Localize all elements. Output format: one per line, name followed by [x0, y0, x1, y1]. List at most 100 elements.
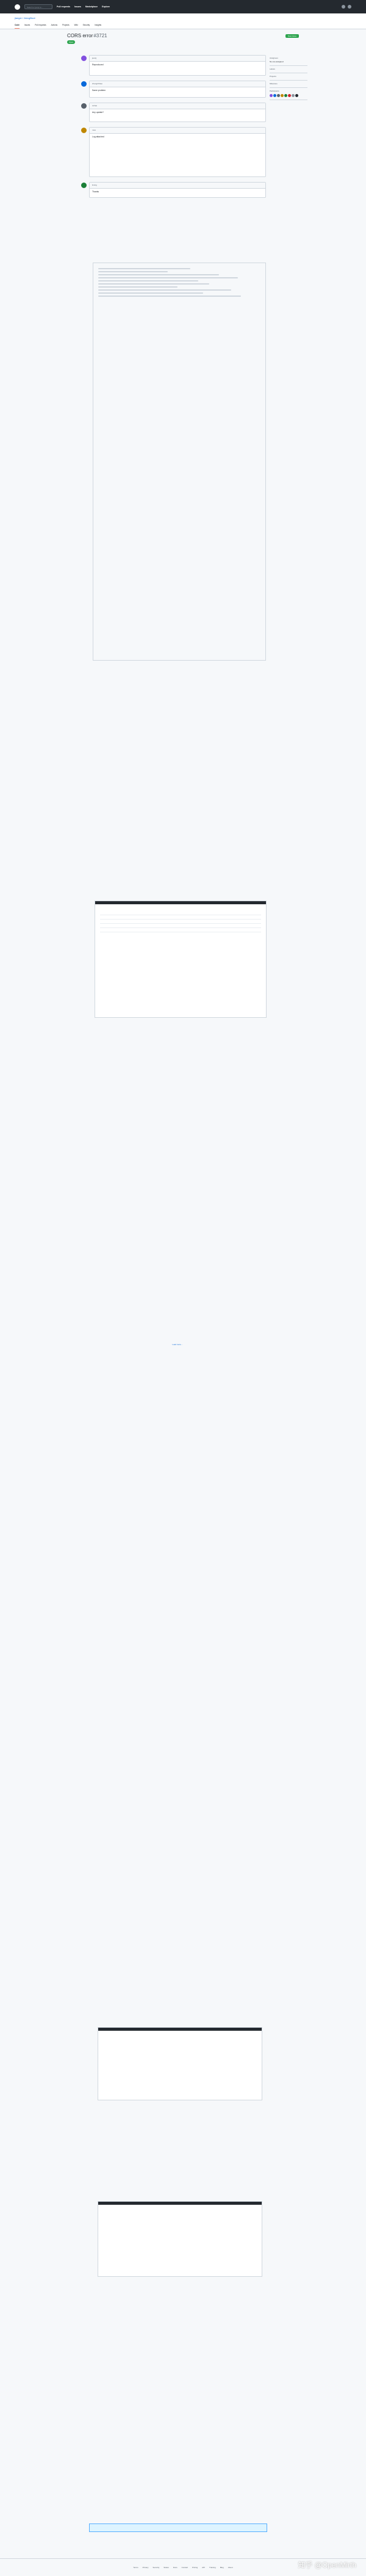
- comment-body: Log attached: [92, 136, 104, 138]
- watermark-text: 知乎 @OpenMirth: [298, 2561, 356, 2569]
- avatar[interactable]: [348, 5, 351, 9]
- footer-link[interactable]: Privacy: [143, 2566, 149, 2569]
- screenshot-toolbar: [98, 2202, 262, 2205]
- code-line: [98, 296, 241, 297]
- projects-section[interactable]: Projects: [270, 73, 307, 81]
- participants-label: Participants: [270, 90, 279, 92]
- avatar: [81, 56, 87, 61]
- embedded-screenshot: [98, 2201, 262, 2277]
- avatar[interactable]: [277, 94, 280, 97]
- labels-section[interactable]: Labels: [270, 66, 307, 73]
- footer-link[interactable]: Security: [152, 2566, 159, 2569]
- labels-label: Labels: [270, 68, 275, 70]
- avatar[interactable]: [281, 94, 284, 97]
- footer-link[interactable]: Terms: [133, 2566, 138, 2569]
- comment-header: liming: [90, 183, 265, 189]
- github-logo-icon[interactable]: [15, 4, 20, 10]
- tab-issues[interactable]: Issues: [24, 23, 30, 29]
- avatar[interactable]: [270, 94, 273, 97]
- avatar: [81, 183, 87, 188]
- footer-link[interactable]: Docs: [173, 2566, 178, 2569]
- footer-link[interactable]: Pricing: [192, 2566, 198, 2569]
- footer-link[interactable]: Blog: [220, 2566, 224, 2569]
- screenshot-table: [100, 911, 261, 1011]
- footer: Terms Privacy Security Status Docs Conta…: [0, 2558, 366, 2576]
- screenshot-toolbar: [98, 2028, 262, 2031]
- avatar[interactable]: [292, 94, 295, 97]
- avatar[interactable]: [288, 94, 291, 97]
- tab-insights[interactable]: Insights: [95, 23, 101, 29]
- tab-wiki[interactable]: Wiki: [74, 23, 78, 29]
- footer-link[interactable]: About: [228, 2566, 233, 2569]
- comment-card: zhangzhihao Same problem: [81, 81, 266, 98]
- code-line: [98, 292, 203, 294]
- comment-header: jeecg: [90, 56, 265, 62]
- tab-pull-requests[interactable]: Pull requests: [35, 23, 46, 29]
- comment-card: mwx Log attached: [81, 127, 266, 177]
- milestone-section[interactable]: Milestone: [270, 81, 307, 88]
- avatar: [81, 103, 87, 109]
- code-line: [98, 268, 190, 269]
- code-line: [98, 280, 198, 281]
- tab-actions[interactable]: Actions: [51, 23, 57, 29]
- comment-header: xuhao: [90, 103, 265, 109]
- comment-header: mwx: [90, 128, 265, 134]
- footer-link[interactable]: Status: [163, 2566, 169, 2569]
- avatar: [81, 128, 87, 133]
- assignees-label: Assignees: [270, 57, 278, 59]
- comment-card: xuhao Any update?: [81, 103, 266, 122]
- table-row: [100, 928, 261, 932]
- participant-avatars: [270, 94, 307, 97]
- new-issue-button[interactable]: New issue: [285, 34, 299, 38]
- nav-explore[interactable]: Explore: [102, 5, 110, 8]
- comment-body: Thanks: [92, 190, 99, 193]
- footer-link[interactable]: Contact: [182, 2566, 188, 2569]
- issue-sidebar: Assignees No one assigned Labels Projects…: [270, 55, 307, 100]
- stacktrace-code-block: [93, 263, 266, 661]
- embedded-screenshot: [95, 901, 267, 1018]
- code-line: [98, 283, 209, 285]
- repo-path[interactable]: jiangxi / JeecgBoot: [15, 16, 351, 20]
- issue-number: #3721: [93, 33, 107, 38]
- repo-tabs: Code Issues Pull requests Actions Projec…: [15, 23, 351, 29]
- avatar[interactable]: [284, 94, 287, 97]
- search-input[interactable]: Search or jump to…: [24, 4, 52, 9]
- assignees-section[interactable]: Assignees No one assigned: [270, 55, 307, 66]
- avatar[interactable]: [295, 94, 298, 97]
- nav-issues[interactable]: Issues: [74, 5, 81, 8]
- embedded-screenshot: [98, 2027, 262, 2100]
- comment-body: Any update?: [92, 111, 104, 114]
- comment-card: liming Thanks: [81, 182, 266, 198]
- load-more-button[interactable]: Load more…: [89, 1343, 266, 1346]
- assignees-value: No one assigned: [270, 60, 284, 63]
- repo-header: jiangxi / JeecgBoot Code Issues Pull req…: [0, 13, 366, 29]
- tab-code[interactable]: Code: [15, 23, 20, 29]
- code-line: [98, 274, 219, 275]
- comment-header: zhangzhihao: [90, 81, 265, 87]
- code-line: [98, 289, 232, 291]
- avatar[interactable]: [273, 94, 276, 97]
- footer-link[interactable]: API: [202, 2566, 205, 2569]
- nav-pull-requests[interactable]: Pull requests: [57, 5, 70, 8]
- issue-title: CORS error: [67, 33, 93, 38]
- code-line: [98, 286, 178, 288]
- code-line: [98, 271, 168, 272]
- status-badge: Open: [67, 40, 76, 44]
- comment-body: Same problem: [92, 89, 106, 92]
- participants-section: Participants: [270, 88, 307, 100]
- issue-header: CORS error #3721 New issue Open: [67, 33, 299, 44]
- avatar: [81, 81, 87, 87]
- nav-marketplace[interactable]: Marketplace: [85, 5, 98, 8]
- tab-security[interactable]: Security: [83, 23, 90, 29]
- screenshot-toolbar: [95, 901, 266, 904]
- code-line: [98, 277, 238, 278]
- user-menu: [342, 5, 351, 9]
- milestone-label: Milestone: [270, 82, 278, 85]
- table-row: [100, 911, 261, 915]
- notifications-icon[interactable]: [342, 5, 345, 9]
- tab-projects[interactable]: Projects: [62, 23, 70, 29]
- footer-link[interactable]: Training: [209, 2566, 216, 2569]
- issue-meta: Open: [67, 40, 299, 44]
- projects-label: Projects: [270, 75, 276, 78]
- comment-body: Reproduced: [92, 63, 104, 66]
